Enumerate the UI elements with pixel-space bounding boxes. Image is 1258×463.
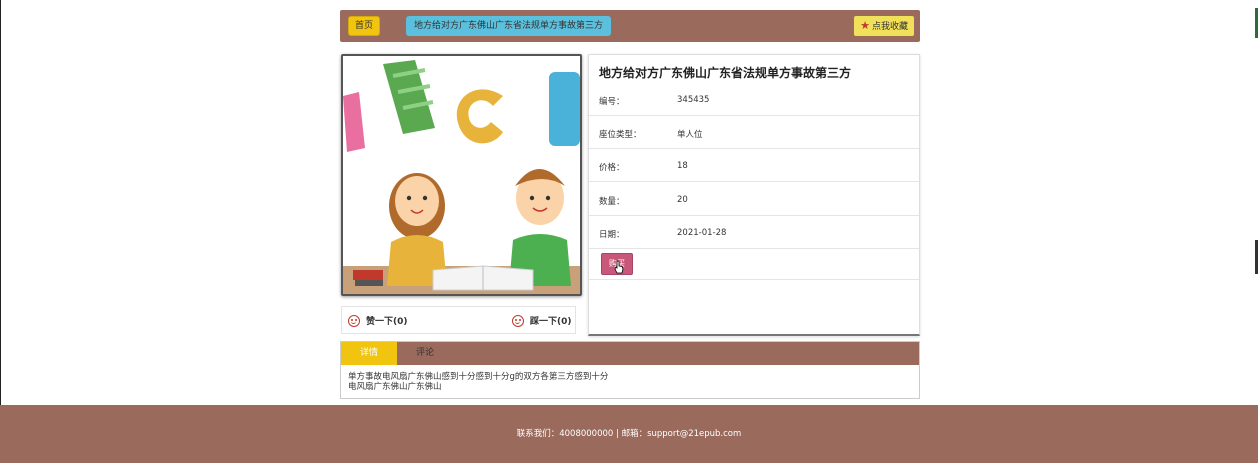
like-label: 赞一下(0) [366, 317, 408, 327]
field-row: 日期： 2021-01-28 [589, 216, 919, 249]
buy-row [589, 249, 919, 280]
field-label: 编号： [599, 97, 625, 107]
product-info-panel: 地方给对方广东佛山广东省法规单方事故第三方 编号： 345435 座位类型： 单人位… [588, 54, 920, 336]
footer-contact: 联系我们：4008000000 | 邮箱：support@21epub.com [516, 429, 742, 439]
field-value: 2021-01-28 [677, 228, 727, 238]
description: 单方事故电风扇广东佛山感到十分感到十分g的双方各第三方感到十分 电风扇广东佛山广… [348, 372, 908, 392]
field-value: 18 [677, 161, 688, 171]
star-icon: ★ [860, 19, 870, 32]
like-button[interactable]: 赞一下(0) [348, 314, 408, 327]
field-row: 价格： 18 [589, 149, 919, 182]
field-value: 345435 [677, 95, 710, 105]
vote-panel: 赞一下(0) 踩一下(0) [341, 306, 576, 334]
product-title: 地方给对方广东佛山广东省法规单方事故第三方 [599, 66, 852, 80]
smile-icon [348, 314, 360, 327]
field-label: 价格： [599, 163, 625, 173]
detail-tabs: 详情 评论 单方事故电风扇广东佛山感到十分感到十分g的双方各第三方感到十分 电风… [340, 341, 920, 399]
tab-details[interactable]: 详情 [341, 342, 397, 365]
field-label: 座位类型： [599, 130, 642, 140]
description-line: 单方事故电风扇广东佛山感到十分感到十分g的双方各第三方感到十分 [348, 372, 609, 382]
field-row: 数量： 20 [589, 183, 919, 216]
dislike-button[interactable]: 踩一下(0) [512, 314, 572, 327]
field-row: 编号： 345435 [589, 83, 919, 116]
smile-icon [512, 314, 524, 327]
favorite-label: 点我收藏 [871, 22, 908, 32]
product-image [341, 54, 582, 296]
top-nav-bar: 首页 地方给对方广东佛山广东省法规单方事故第三方 ★ 点我收藏 [340, 10, 920, 42]
hand-cursor-icon [614, 260, 624, 274]
dislike-label: 踩一下(0) [530, 317, 572, 327]
field-label: 日期： [599, 230, 625, 240]
field-value: 20 [677, 195, 688, 205]
field-label: 数量： [599, 197, 625, 207]
description-line: 电风扇广东佛山广东佛山 [348, 382, 442, 392]
window-edge [0, 0, 1, 405]
field-value: 单人位 [677, 130, 703, 140]
favorite-button[interactable]: ★ 点我收藏 [854, 16, 914, 36]
footer: 联系我们：4008000000 | 邮箱：support@21epub.com [0, 405, 1258, 463]
breadcrumb: 地方给对方广东佛山广东省法规单方事故第三方 [406, 16, 612, 36]
tabs-bar: 详情 评论 [341, 342, 919, 365]
tab-comments[interactable]: 评论 [397, 342, 453, 365]
page: 首页 地方给对方广东佛山广东省法规单方事故第三方 ★ 点我收藏 赞一下(0) 踩… [0, 0, 1258, 463]
kids-studying-illustration [343, 56, 580, 294]
home-button[interactable]: 首页 [348, 16, 381, 36]
field-row: 座位类型： 单人位 [589, 116, 919, 149]
